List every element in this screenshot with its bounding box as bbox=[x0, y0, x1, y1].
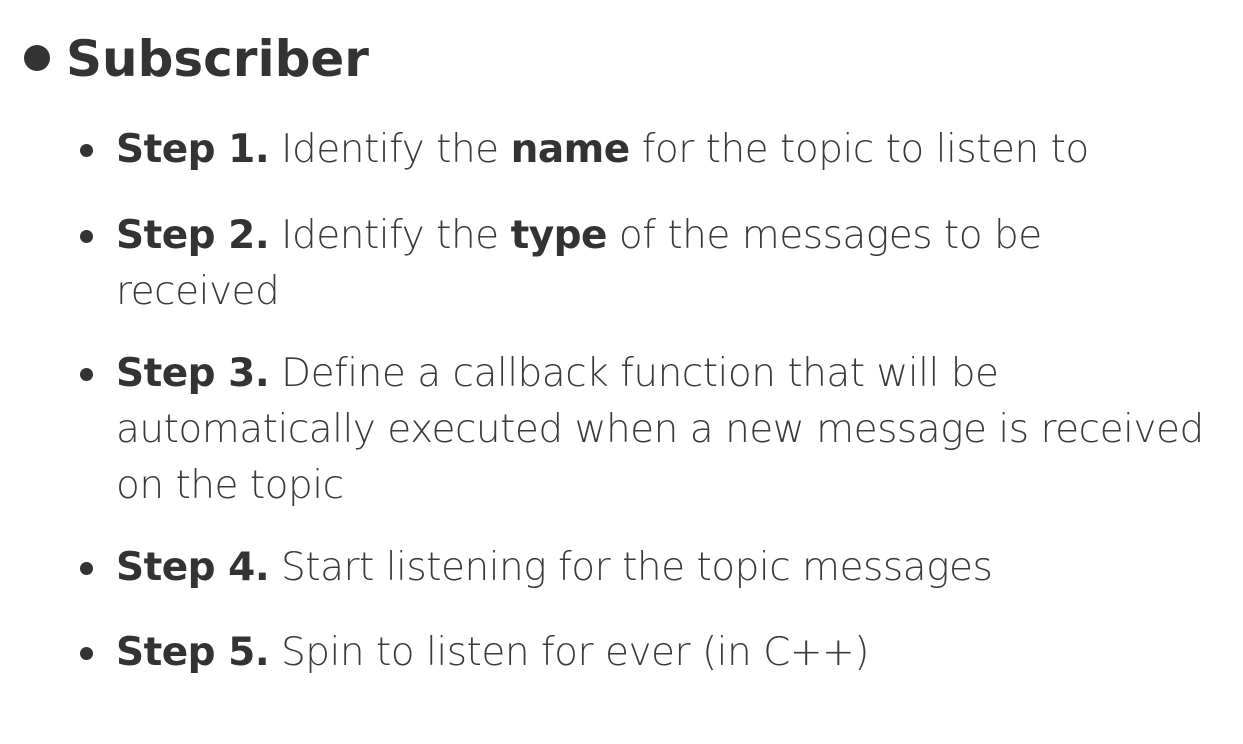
step-label: Step 2. bbox=[116, 213, 270, 258]
bullet-icon bbox=[80, 562, 93, 575]
step-label: Step 4. bbox=[116, 545, 270, 590]
step-2: Step 2. Identify the type of the message… bbox=[80, 208, 1116, 320]
step-label: Step 3. bbox=[116, 351, 270, 396]
step-text: Identify the bbox=[269, 127, 511, 172]
step-3: Step 3. Define a callback function that … bbox=[80, 346, 1216, 514]
step-text: Spin to listen for ever (in C++) bbox=[269, 630, 869, 675]
bullet-icon bbox=[80, 368, 93, 381]
bullet-icon bbox=[80, 230, 93, 243]
step-bold: type bbox=[510, 213, 608, 258]
step-1: Step 1. Identify the name for the topic … bbox=[80, 122, 1226, 178]
step-bold: name bbox=[510, 127, 631, 172]
step-text: Start listening for the topic messages bbox=[269, 545, 993, 590]
heading-text: Subscriber bbox=[66, 30, 369, 88]
heading: Subscriber bbox=[24, 30, 369, 88]
bullet-icon bbox=[80, 647, 93, 660]
step-text: Identify the bbox=[269, 213, 511, 258]
step-label: Step 1. bbox=[116, 127, 270, 172]
step-4: Step 4. Start listening for the topic me… bbox=[80, 540, 1226, 596]
step-text: Define a callback function that will be … bbox=[116, 351, 1204, 508]
step-5: Step 5. Spin to listen for ever (in C++) bbox=[80, 625, 1226, 681]
bullet-icon bbox=[80, 144, 93, 157]
step-text: for the topic to listen to bbox=[629, 127, 1090, 172]
bullet-icon bbox=[24, 44, 50, 71]
step-label: Step 5. bbox=[116, 630, 270, 675]
